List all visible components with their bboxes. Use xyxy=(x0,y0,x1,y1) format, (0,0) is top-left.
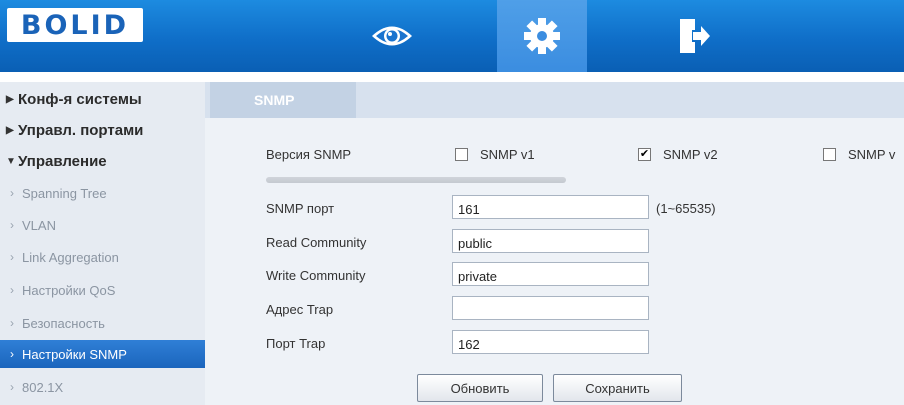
sidebar-item-label: VLAN xyxy=(22,217,56,233)
snmp-v1-checkbox[interactable]: SNMP v1 xyxy=(455,147,535,162)
sidebar-group-label: Управление xyxy=(18,152,107,170)
sidebar-item-8021x[interactable]: › 802.1X xyxy=(0,372,205,402)
collapsed-arrow-icon: ▶ xyxy=(6,124,14,136)
snmp-port-label: SNMP порт xyxy=(266,201,335,216)
trap-address-input[interactable] xyxy=(452,296,649,320)
read-community-input[interactable] xyxy=(452,229,649,253)
sidebar: ▶ Конф-я системы ▶ Управл. портами ▼ Упр… xyxy=(0,82,205,405)
save-button[interactable]: Сохранить xyxy=(553,374,682,402)
checkbox-checked-icon: ✔ xyxy=(638,148,651,161)
write-community-input[interactable] xyxy=(452,262,649,286)
sidebar-item-label: Настройки QoS xyxy=(22,282,116,298)
sidebar-item-snmp[interactable]: › Настройки SNMP xyxy=(0,340,205,368)
chevron-right-icon: › xyxy=(10,186,14,200)
sidebar-item-link-aggregation[interactable]: › Link Aggregation xyxy=(0,242,205,272)
snmp-v2-label: SNMP v2 xyxy=(663,147,718,162)
sidebar-group-management[interactable]: ▼ Управление xyxy=(0,146,205,176)
gear-icon xyxy=(524,18,560,54)
sidebar-group-label: Конф-я системы xyxy=(18,90,142,108)
snmp-port-input[interactable] xyxy=(452,195,649,219)
trap-port-label: Порт Trap xyxy=(266,336,326,351)
chevron-right-icon: › xyxy=(10,380,14,394)
bolid-logo: BOLID xyxy=(7,8,143,42)
logo-text: BOLID xyxy=(20,9,130,41)
sidebar-item-label: Link Aggregation xyxy=(22,249,119,265)
chevron-right-icon: › xyxy=(10,218,14,232)
trap-address-label: Адрес Trap xyxy=(266,302,334,317)
tab-bar: SNMP xyxy=(205,82,904,118)
expanded-arrow-icon: ▼ xyxy=(6,155,16,167)
view-button[interactable] xyxy=(356,0,428,72)
sidebar-group-label: Управл. портами xyxy=(18,121,144,139)
refresh-button[interactable]: Обновить xyxy=(417,374,543,402)
sidebar-group-port-management[interactable]: ▶ Управл. портами xyxy=(0,115,205,145)
eye-icon xyxy=(372,26,412,46)
snmp-v3-label: SNMP v xyxy=(848,147,896,162)
sidebar-item-spanning-tree[interactable]: › Spanning Tree xyxy=(0,178,205,208)
collapsed-arrow-icon: ▶ xyxy=(6,93,14,105)
trap-port-input[interactable] xyxy=(452,330,649,354)
chevron-right-icon: › xyxy=(10,347,14,361)
exit-button[interactable] xyxy=(664,0,724,72)
checkbox-unchecked-icon xyxy=(455,148,468,161)
sidebar-item-security[interactable]: › Безопасность xyxy=(0,308,205,338)
exit-door-icon xyxy=(680,19,710,53)
chevron-right-icon: › xyxy=(10,250,14,264)
chevron-right-icon: › xyxy=(10,316,14,330)
settings-button[interactable] xyxy=(497,0,587,72)
sidebar-item-label: Настройки SNMP xyxy=(22,346,127,362)
snmp-v2-checkbox[interactable]: ✔ SNMP v2 xyxy=(638,147,718,162)
checkbox-unchecked-icon xyxy=(823,148,836,161)
tab-snmp[interactable]: SNMP xyxy=(210,82,356,118)
sidebar-item-vlan[interactable]: › VLAN xyxy=(0,210,205,240)
sidebar-item-label: Spanning Tree xyxy=(22,185,107,201)
sidebar-item-qos[interactable]: › Настройки QoS xyxy=(0,275,205,305)
sidebar-group-system-config[interactable]: ▶ Конф-я системы xyxy=(0,84,205,114)
read-community-label: Read Community xyxy=(266,235,367,250)
top-header: BOLID xyxy=(0,0,904,72)
snmp-port-range: (1~65535) xyxy=(656,201,716,216)
write-community-label: Write Community xyxy=(266,268,366,283)
snmp-version-label: Версия SNMP xyxy=(266,147,352,162)
sidebar-item-label: Безопасность xyxy=(22,315,105,331)
snmp-v3-checkbox[interactable]: SNMP v xyxy=(823,147,904,162)
chevron-right-icon: › xyxy=(10,283,14,297)
snmp-v1-label: SNMP v1 xyxy=(480,147,535,162)
divider xyxy=(266,177,566,183)
sidebar-item-label: 802.1X xyxy=(22,379,64,395)
